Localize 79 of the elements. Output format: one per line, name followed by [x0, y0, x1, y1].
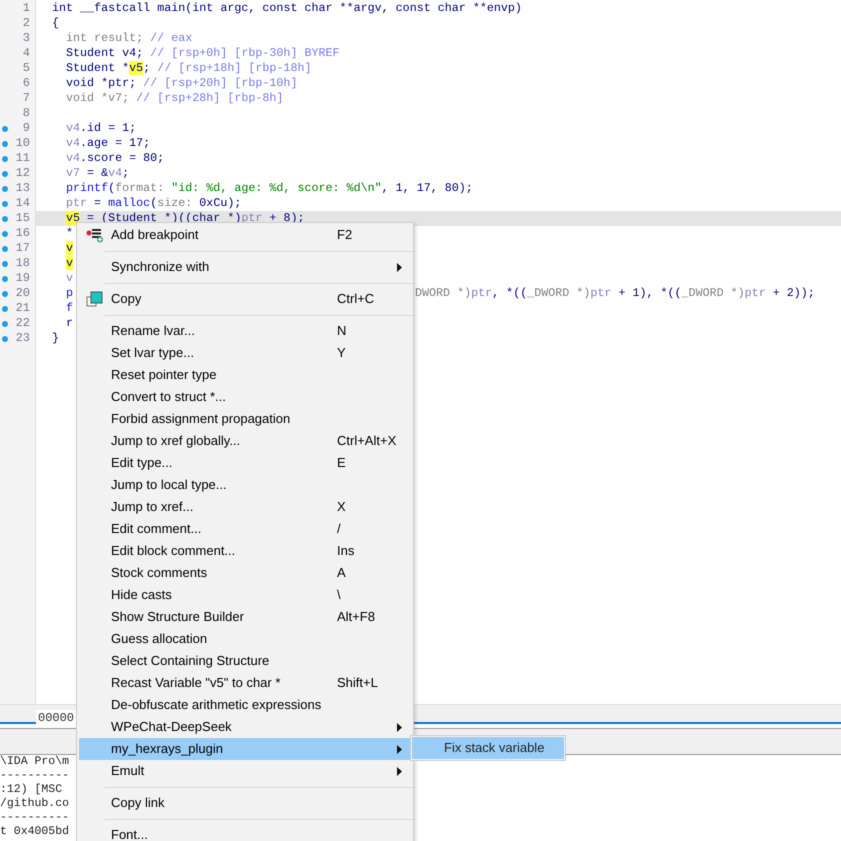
menu-item[interactable]: Jump to xref globally... Ctrl+Alt+X	[79, 430, 411, 452]
menu-item[interactable]: De-obfuscate arithmetic expressions	[79, 694, 411, 716]
code-line: {	[51, 16, 60, 31]
menu-item[interactable]: Synchronize with	[79, 256, 411, 278]
menu-item[interactable]: WPeChat-DeepSeek	[79, 716, 411, 738]
menu-item[interactable]: Copy link	[79, 792, 411, 814]
line-number: 13	[16, 181, 30, 196]
breakpoint-icon	[86, 227, 104, 243]
menu-item[interactable]: Jump to xref... X	[79, 496, 411, 518]
line-number: 10	[16, 136, 30, 151]
output-line: ----------	[0, 769, 70, 783]
line-number: 20	[16, 286, 30, 301]
code-line: void *v7; // [rsp+28h] [rbp-8h]	[65, 91, 284, 106]
menu-item[interactable]: my_hexrays_plugin	[79, 738, 411, 760]
line-number: 22	[16, 316, 30, 331]
code-line: v	[65, 271, 74, 286]
menu-item[interactable]: Convert to struct *...	[79, 386, 411, 408]
menu-item[interactable]: Guess allocation	[79, 628, 411, 650]
code-line: void *ptr; // [rsp+20h] [rbp-10h]	[65, 76, 298, 91]
menu-item[interactable]: Rename lvar... N	[79, 320, 411, 342]
menu-item[interactable]: Forbid assignment propagation	[79, 408, 411, 430]
menu-item[interactable]: Show Structure Builder Alt+F8	[79, 606, 411, 628]
menu-item[interactable]: Jump to local type...	[79, 474, 411, 496]
line-number: 15	[16, 211, 30, 226]
copy-icon	[86, 290, 104, 308]
line-number: 23	[16, 331, 30, 346]
code-line: Student *v5; // [rsp+18h] [rbp-18h]	[65, 61, 312, 76]
line-number: 18	[16, 256, 30, 271]
code-line: ptr = malloc(size: 0xCu);	[65, 196, 242, 211]
line-number: 16	[16, 226, 30, 241]
line-number: 11	[16, 151, 30, 166]
address-text: 00000	[36, 710, 76, 727]
line-number: 7	[22, 91, 30, 106]
code-line: f	[65, 301, 74, 316]
line-number: 19	[16, 271, 30, 286]
code-line: int result; // eax	[65, 31, 192, 46]
line-number: 12	[16, 166, 30, 181]
output-line: \IDA Pro\m	[0, 755, 70, 769]
code-line: p	[65, 286, 74, 301]
line-number: 14	[16, 196, 30, 211]
output-line: /github.co	[0, 797, 70, 811]
output-line: :12) [MSC	[0, 783, 62, 797]
code-fragment: DWORD *)ptr, *((_DWORD *)ptr + 1), *((_DWORD *)ptr + 2));	[415, 286, 815, 301]
line-number: 9	[22, 121, 30, 136]
code-line: v7 = &v4;	[65, 166, 130, 181]
code-line: Student v4; // [rsp+0h] [rbp-30h] BYREF	[65, 46, 340, 61]
code-line: }	[51, 331, 60, 346]
code-line: printf(format: "id: %d, age: %d, score: %d\n", 1, 17, 80);	[65, 181, 473, 196]
line-number: 5	[22, 61, 30, 76]
menu-item[interactable]: Font...	[79, 824, 411, 841]
line-number: 6	[22, 76, 30, 91]
menu-item[interactable]: Edit comment... /	[79, 518, 411, 540]
menu-item[interactable]: Hide casts \	[79, 584, 411, 606]
menu-item[interactable]: Emult	[79, 760, 411, 782]
line-number: 4	[22, 46, 30, 61]
menu-item[interactable]: Select Containing Structure	[79, 650, 411, 672]
line-number: 1	[22, 1, 30, 16]
menu-item[interactable]: Edit type... E	[79, 452, 411, 474]
line-number: 3	[22, 31, 30, 46]
menu-item[interactable]: Reset pointer type	[79, 364, 411, 386]
menu-item[interactable]: Recast Variable "v5" to char * Shift+L	[79, 672, 411, 694]
code-line: r	[65, 316, 74, 331]
menu-item[interactable]: Fix stack variable	[412, 737, 564, 759]
menu-item[interactable]: Copy Ctrl+C	[79, 288, 411, 310]
menu-item[interactable]: Edit block comment... Ins	[79, 540, 411, 562]
line-number: 2	[22, 16, 30, 31]
menu-item[interactable]: Add breakpoint F2	[79, 224, 411, 246]
code-line: v4.score = 80;	[65, 151, 164, 166]
output-line: ----------	[0, 811, 70, 825]
output-line: t 0x4005bd	[0, 825, 70, 839]
code-line: int __fastcall main(int argc, const char **argv, const char **envp)	[51, 1, 522, 16]
menu-item[interactable]: Set lvar type... Y	[79, 342, 411, 364]
line-number: 17	[16, 241, 30, 256]
menu-item[interactable]: Stock comments A	[79, 562, 411, 584]
code-line: *	[65, 226, 74, 241]
line-number: 8	[22, 106, 30, 121]
line-number: 21	[16, 301, 30, 316]
code-line: v4.age = 17;	[65, 136, 150, 151]
code-line: v4.id = 1;	[65, 121, 136, 136]
